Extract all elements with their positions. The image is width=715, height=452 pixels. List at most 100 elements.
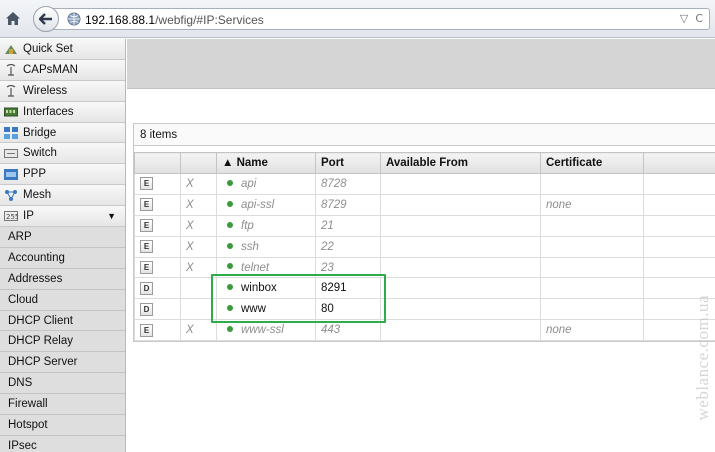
- home-icon[interactable]: [4, 9, 22, 27]
- sidebar-subitem-ipsec[interactable]: IPsec: [0, 435, 125, 452]
- column-header-name[interactable]: ▲ Name: [216, 152, 316, 174]
- status-dot-icon: [227, 305, 233, 312]
- sidebar-subitem-dhcp-client[interactable]: DHCP Client: [0, 310, 125, 332]
- table-row[interactable]: D www 80: [134, 298, 715, 321]
- url-text[interactable]: 192.168.88.1/webfig/#IP:Services: [85, 13, 264, 27]
- service-port: 22: [315, 235, 381, 258]
- service-port: 23: [315, 256, 381, 279]
- enable-button[interactable]: E: [140, 177, 153, 191]
- table-row[interactable]: E X api 8728: [134, 173, 715, 195]
- antenna-icon: [4, 84, 18, 97]
- sidebar-item-interfaces[interactable]: Interfaces: [0, 101, 125, 123]
- table-row[interactable]: E X www-ssl 443 none: [134, 319, 715, 342]
- table-header-row: ▲ Name Port Available From Certificate: [134, 152, 715, 174]
- disabled-marker: X: [180, 214, 217, 237]
- column-header-certificate[interactable]: Certificate: [540, 152, 644, 174]
- sidebar-subitem-accounting[interactable]: Accounting: [0, 247, 125, 269]
- sidebar-item-label: Wireless: [23, 84, 68, 97]
- reload-icon[interactable]: C: [695, 12, 703, 25]
- sidebar-item-mesh[interactable]: Mesh: [0, 185, 125, 207]
- status-dot-icon: [227, 221, 233, 228]
- service-available-from: [380, 235, 541, 258]
- column-header-port[interactable]: Port: [315, 152, 381, 174]
- sidebar-subitem-hotspot[interactable]: Hotspot: [0, 415, 125, 436]
- service-certificate: [540, 256, 644, 279]
- sidebar-item-capsman[interactable]: CAPsMAN: [0, 59, 125, 81]
- service-name: api: [241, 177, 257, 190]
- services-panel: 8 items ▲ Name Port Available From Certi…: [133, 123, 715, 343]
- sidebar-subitem-cloud[interactable]: Cloud: [0, 289, 125, 311]
- enable-button[interactable]: E: [140, 261, 153, 274]
- sidebar-subitem-dhcp-relay[interactable]: DHCP Relay: [0, 331, 125, 353]
- sidebar-subitem-dhcp-server[interactable]: DHCP Server: [0, 352, 125, 374]
- disabled-marker: [180, 298, 217, 321]
- service-certificate: none: [540, 193, 644, 216]
- disable-button[interactable]: D: [140, 302, 153, 316]
- service-name: ssh: [241, 240, 259, 253]
- service-available-from: [380, 298, 541, 321]
- sidebar-item-label: Quick Set: [23, 42, 73, 55]
- dropdown-triangle-icon[interactable]: ▽: [680, 12, 688, 25]
- disabled-marker: X: [180, 319, 217, 342]
- service-port: 80: [315, 298, 381, 321]
- service-port: 8291: [315, 277, 381, 300]
- service-port: 8728: [315, 173, 381, 195]
- disabled-marker: X: [180, 193, 217, 216]
- address-bar[interactable]: 192.168.88.1/webfig/#IP:Services ▽ C: [50, 8, 710, 30]
- column-header-disabled[interactable]: [180, 152, 217, 174]
- service-name: www: [241, 303, 266, 316]
- status-dot-icon: [227, 179, 233, 186]
- sidebar-item-ip[interactable]: 255 IP ▼: [0, 206, 125, 228]
- table-row[interactable]: E X telnet 23: [134, 256, 715, 279]
- sidebar-item-label: PPP: [23, 168, 47, 181]
- sidebar-item-switch[interactable]: Switch: [0, 143, 125, 165]
- disabled-marker: X: [180, 235, 217, 258]
- sidebar-item-wireless[interactable]: Wireless: [0, 80, 125, 102]
- sidebar-subitem-arp[interactable]: ARP: [0, 227, 125, 248]
- status-dot-icon: [227, 326, 233, 333]
- status-dot-icon: [227, 242, 233, 249]
- back-button[interactable]: [33, 6, 59, 32]
- ip-icon: 255: [4, 210, 18, 222]
- service-name: ftp: [241, 219, 254, 232]
- sidebar-subitem-firewall[interactable]: Firewall: [0, 394, 125, 416]
- quick-set-icon: [4, 43, 18, 55]
- table-row[interactable]: E X ssh 22: [134, 235, 715, 258]
- sidebar-item-quick-set[interactable]: Quick Set: [0, 39, 125, 60]
- browser-toolbar: 192.168.88.1/webfig/#IP:Services ▽ C: [0, 0, 715, 38]
- service-certificate: [540, 214, 644, 237]
- svg-text:255: 255: [6, 213, 18, 221]
- watermark: weblance.com.ua: [693, 295, 712, 421]
- column-header-available-from[interactable]: Available From: [380, 152, 541, 174]
- service-certificate: [540, 235, 644, 258]
- mesh-icon: [4, 189, 18, 202]
- enable-button[interactable]: E: [140, 198, 153, 212]
- table-row[interactable]: E X ftp 21: [134, 214, 715, 237]
- service-certificate: none: [540, 319, 644, 342]
- globe-icon: [67, 12, 81, 26]
- service-certificate: [540, 298, 644, 321]
- expand-arrow-icon[interactable]: ▼: [107, 211, 116, 221]
- sidebar-item-bridge[interactable]: Bridge: [0, 122, 125, 144]
- enable-button[interactable]: E: [140, 323, 153, 337]
- antenna-icon: [4, 63, 18, 76]
- enable-button[interactable]: E: [140, 219, 153, 233]
- sidebar-item-label: IP: [23, 210, 34, 223]
- service-available-from: [380, 214, 541, 237]
- service-available-from: [380, 256, 541, 279]
- disable-button[interactable]: D: [140, 281, 153, 295]
- enable-button[interactable]: E: [140, 240, 153, 254]
- sidebar-item-ppp[interactable]: PPP: [0, 164, 125, 186]
- toolbar-area: [127, 39, 715, 89]
- item-count: 8 items: [134, 124, 715, 146]
- status-dot-icon: [227, 284, 233, 291]
- service-name: www-ssl: [241, 324, 284, 337]
- table-row[interactable]: E X api-ssl 8729 none: [134, 193, 715, 216]
- sidebar-menu: Quick Set CAPsMAN Wireless Interfaces Br…: [0, 39, 126, 452]
- column-header-flag[interactable]: [134, 152, 181, 174]
- service-certificate: [540, 277, 644, 300]
- sidebar-subitem-dns[interactable]: DNS: [0, 373, 125, 395]
- column-header-extra[interactable]: [643, 152, 715, 174]
- table-row[interactable]: D winbox 8291: [134, 277, 715, 300]
- sidebar-subitem-addresses[interactable]: Addresses: [0, 268, 125, 290]
